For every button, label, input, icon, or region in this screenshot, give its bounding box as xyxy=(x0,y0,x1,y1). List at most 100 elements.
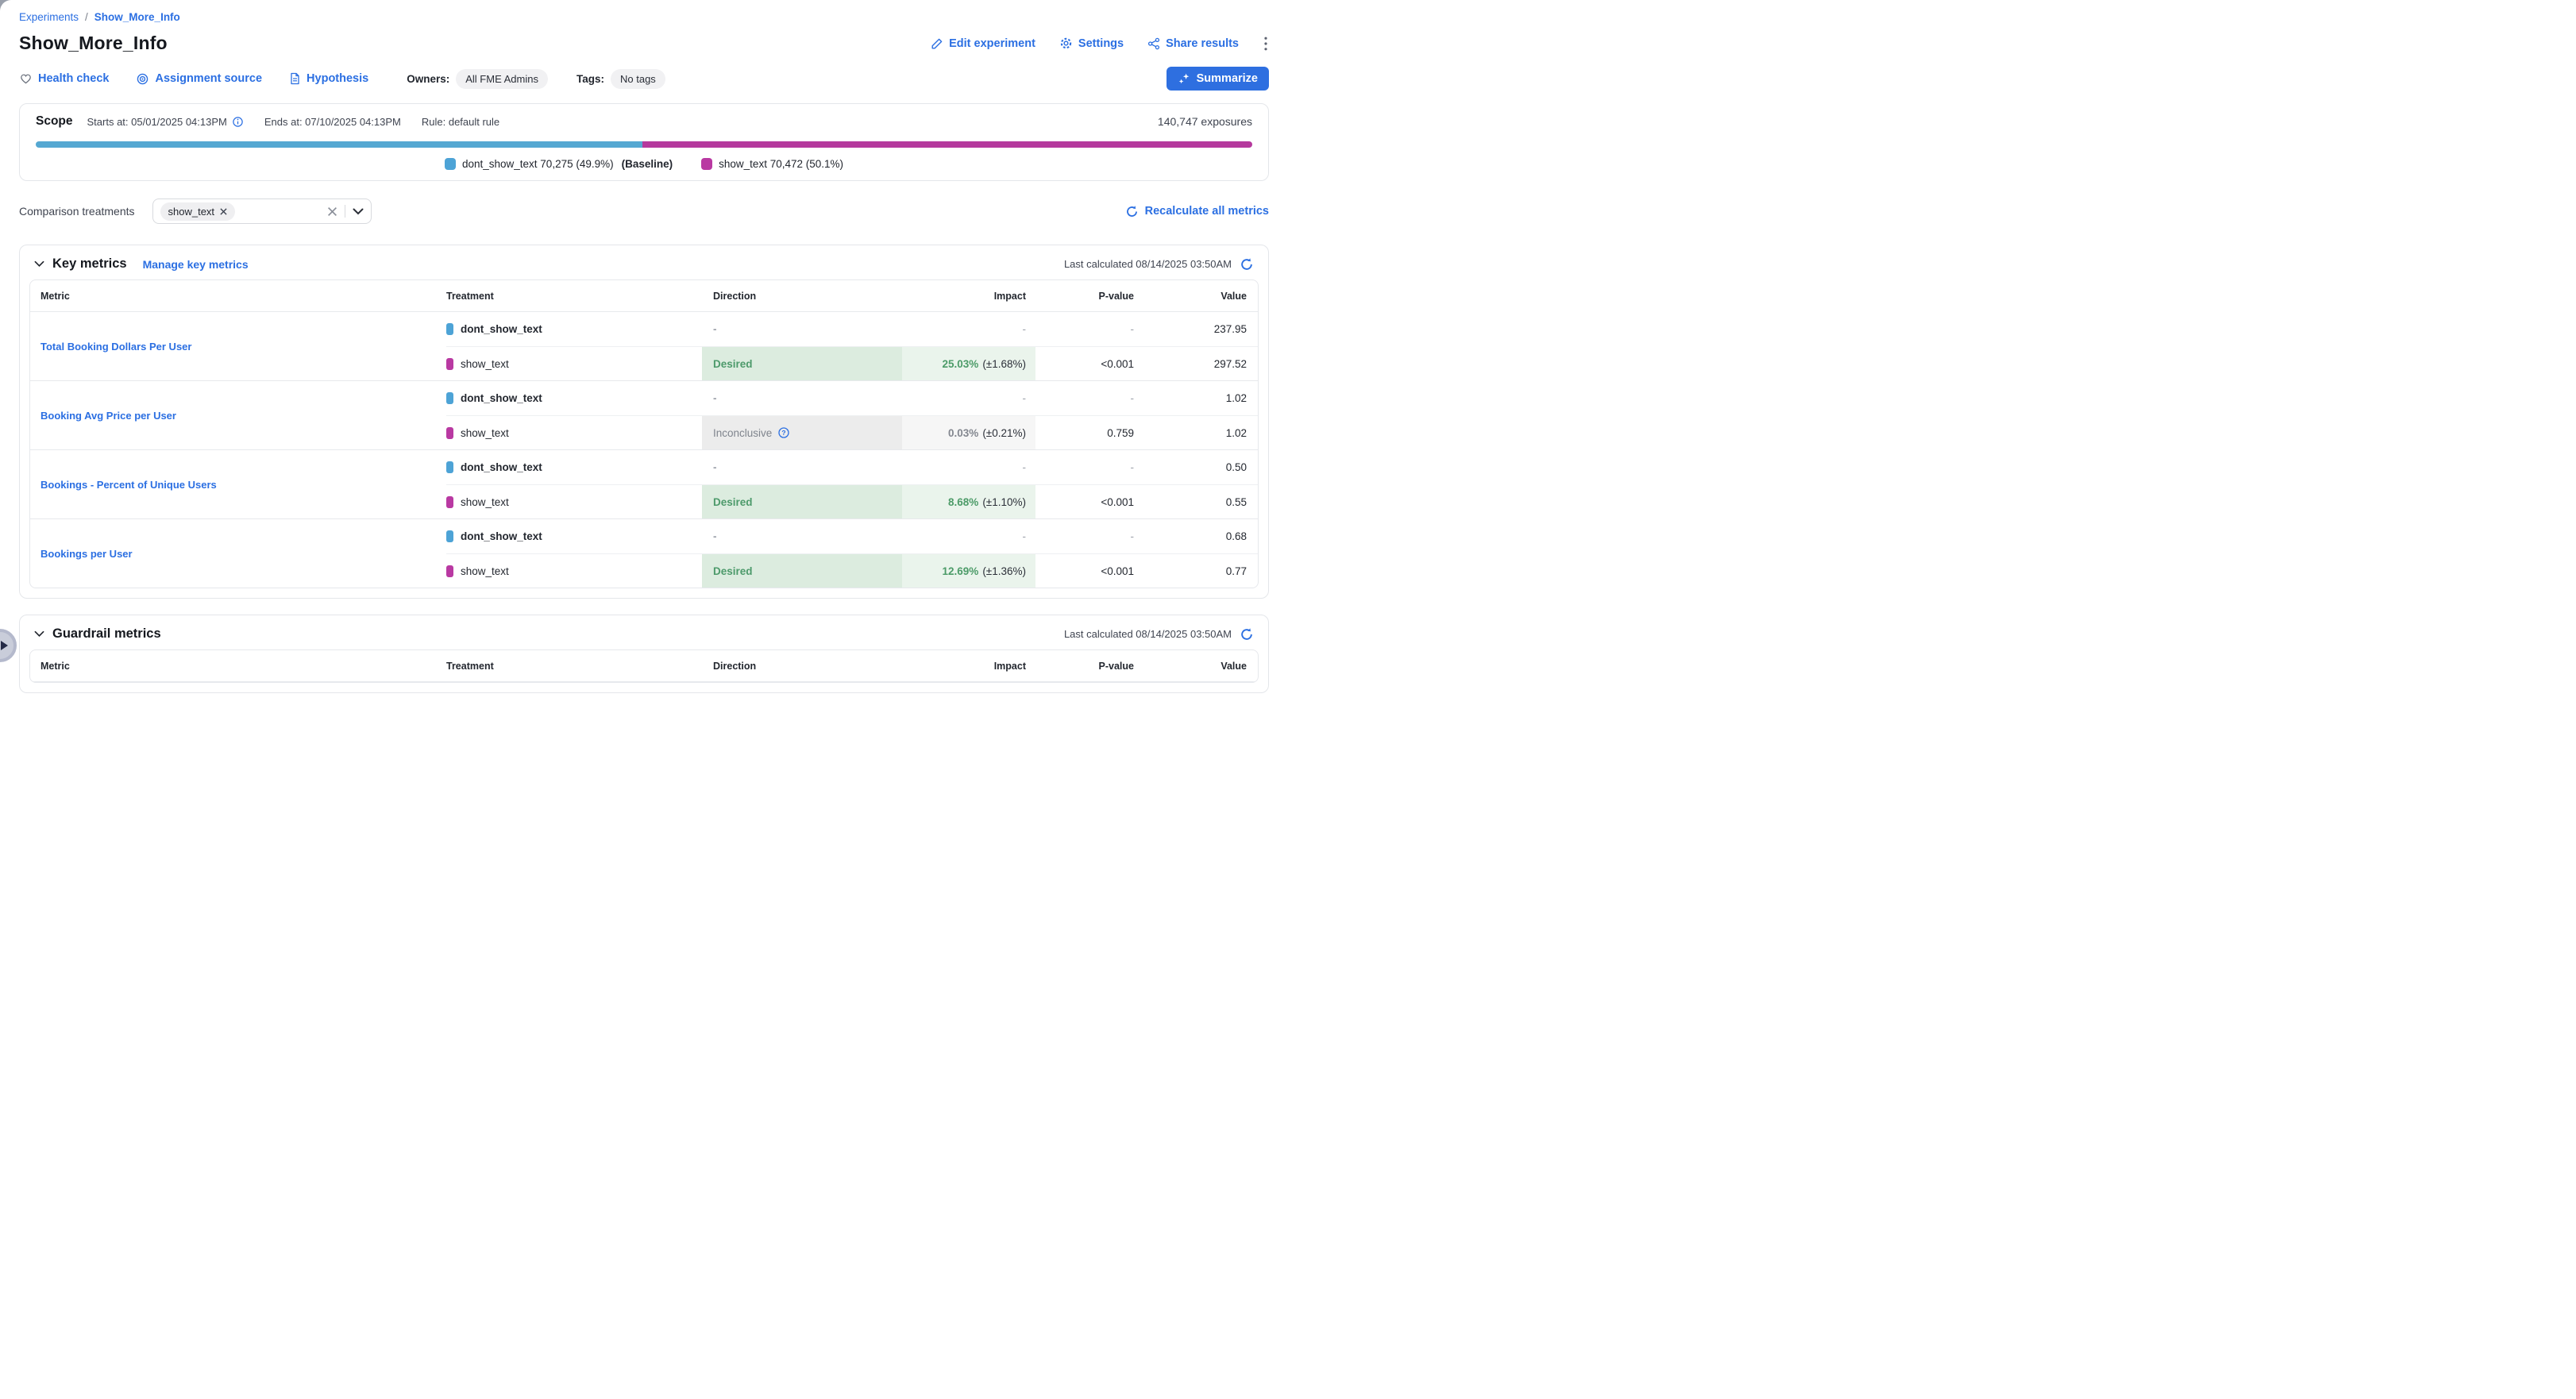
breadcrumb-current[interactable]: Show_More_Info xyxy=(94,11,180,23)
direction-cell: - xyxy=(702,450,902,484)
legend-item-treatment: show_text 70,472 (50.1%) xyxy=(701,158,843,170)
treatment-cell: show_text xyxy=(446,415,702,449)
info-icon[interactable] xyxy=(232,116,244,128)
empty-value: - xyxy=(1131,461,1135,473)
manage-key-metrics-link[interactable]: Manage key metrics xyxy=(143,258,249,271)
treatment-cell: show_text xyxy=(446,484,702,518)
svg-text:?: ? xyxy=(782,429,786,437)
metric-cell: Total Booking Dollars Per User xyxy=(30,312,446,380)
treatment-cell: dont_show_text xyxy=(446,519,702,553)
exposure-legend: dont_show_text 70,275 (49.9%) (Baseline)… xyxy=(36,158,1252,170)
p-value-cell: <0.001 xyxy=(1035,484,1153,518)
refresh-icon[interactable] xyxy=(1240,257,1254,272)
pencil-icon xyxy=(931,37,943,50)
treatment-cell: dont_show_text xyxy=(446,381,702,415)
owners-pill[interactable]: All FME Admins xyxy=(456,69,548,89)
settings-button[interactable]: Settings xyxy=(1059,37,1124,50)
comparison-treatments-select[interactable]: show_text xyxy=(152,198,372,224)
p-value-cell: 0.759 xyxy=(1035,415,1153,449)
baseline-bar-segment xyxy=(36,141,642,148)
breadcrumb-experiments[interactable]: Experiments xyxy=(19,11,79,23)
breadcrumb: Experiments / Show_More_Info xyxy=(19,0,1269,23)
impact-cell: - xyxy=(902,450,1035,484)
tags-label: Tags: xyxy=(577,73,604,85)
treatment-chip[interactable]: show_text xyxy=(160,202,236,221)
metric-value: 1.02 xyxy=(1226,427,1247,439)
p-value-cell: - xyxy=(1035,450,1153,484)
chevron-down-icon[interactable] xyxy=(353,208,364,215)
chip-remove-icon[interactable] xyxy=(220,208,227,215)
scope-title: Scope xyxy=(36,114,73,129)
share-results-button[interactable]: Share results xyxy=(1147,37,1239,50)
treatment-cell: dont_show_text xyxy=(446,312,702,346)
empty-value: - xyxy=(713,461,717,473)
metric-value: 0.68 xyxy=(1226,530,1247,542)
direction-label: Desired xyxy=(713,565,753,577)
owners-label: Owners: xyxy=(407,73,449,85)
empty-value: - xyxy=(1131,392,1135,404)
treatment-name: show_text xyxy=(461,496,509,508)
impact-value: 0.03% xyxy=(948,427,978,439)
value-cell: 0.77 xyxy=(1153,553,1258,588)
impact-cell: 0.03% (±0.21%) xyxy=(902,415,1035,449)
recalculate-all-metrics-button[interactable]: Recalculate all metrics xyxy=(1125,205,1269,218)
key-metrics-section: Key metrics Manage key metrics Last calc… xyxy=(19,245,1269,599)
baseline-swatch xyxy=(445,158,456,170)
direction-cell: Desired xyxy=(702,346,902,380)
metric-link[interactable]: Bookings per User xyxy=(40,548,133,560)
metric-link[interactable]: Bookings - Percent of Unique Users xyxy=(40,479,217,491)
treatment-name: dont_show_text xyxy=(461,323,542,335)
treatment-swatch xyxy=(446,323,453,335)
key-metrics-table-body: Total Booking Dollars Per User dont_show_… xyxy=(30,312,1258,588)
impact-cell: 25.03% (±1.68%) xyxy=(902,346,1035,380)
key-metrics-collapse-toggle[interactable]: Key metrics xyxy=(34,256,127,272)
impact-cell: 8.68% (±1.10%) xyxy=(902,484,1035,518)
p-value-cell: <0.001 xyxy=(1035,553,1153,588)
tags-pill[interactable]: No tags xyxy=(611,69,665,89)
metric-value: 297.52 xyxy=(1214,358,1247,370)
scope-card: Scope Starts at: 05/01/2025 04:13PM Ends… xyxy=(19,103,1269,181)
summarize-button[interactable]: Summarize xyxy=(1167,67,1269,91)
treatment-name: show_text xyxy=(461,427,509,439)
treatment-swatch xyxy=(446,530,453,542)
direction-label: Desired xyxy=(713,496,753,508)
metric-cell: Bookings - Percent of Unique Users xyxy=(30,450,446,518)
health-check-link[interactable]: Health check xyxy=(19,72,109,85)
guardrail-metrics-collapse-toggle[interactable]: Guardrail metrics xyxy=(34,626,161,642)
empty-value: - xyxy=(713,530,717,542)
p-value-cell: - xyxy=(1035,312,1153,346)
refresh-icon[interactable] xyxy=(1240,627,1254,642)
direction-cell: Inconclusive? xyxy=(702,415,902,449)
direction-cell: Desired xyxy=(702,553,902,588)
clear-selection-icon[interactable] xyxy=(327,206,337,217)
empty-value: - xyxy=(1023,323,1027,335)
more-options-button[interactable] xyxy=(1263,37,1269,51)
empty-value: - xyxy=(713,323,717,335)
p-value: <0.001 xyxy=(1101,496,1134,508)
help-icon[interactable]: ? xyxy=(777,426,790,439)
metric-link[interactable]: Booking Avg Price per User xyxy=(40,410,176,422)
metric-group: Bookings per Userdont_show_text---0.68sh… xyxy=(30,518,1258,588)
impact-value: 12.69% xyxy=(943,565,979,577)
hypothesis-link[interactable]: Hypothesis xyxy=(289,72,368,85)
empty-value: - xyxy=(1023,461,1027,473)
impact-value: 25.03% xyxy=(943,358,979,370)
target-icon xyxy=(136,72,149,86)
gear-icon xyxy=(1059,37,1073,50)
metric-cell: Bookings per User xyxy=(30,519,446,588)
metric-value: 0.55 xyxy=(1226,496,1247,508)
treatment-cell: show_text xyxy=(446,553,702,588)
metric-group: Bookings - Percent of Unique Usersdont_s… xyxy=(30,449,1258,518)
impact-confidence-interval: (±1.10%) xyxy=(982,496,1026,508)
baseline-badge: (Baseline) xyxy=(622,158,673,170)
value-cell: 1.02 xyxy=(1153,381,1258,415)
assignment-source-link[interactable]: Assignment source xyxy=(136,72,262,86)
metric-link[interactable]: Total Booking Dollars Per User xyxy=(40,341,191,353)
p-value-cell: - xyxy=(1035,381,1153,415)
chevron-down-icon xyxy=(34,630,44,638)
empty-value: - xyxy=(1131,323,1135,335)
treatment-name: show_text xyxy=(461,565,509,577)
edit-experiment-button[interactable]: Edit experiment xyxy=(931,37,1035,50)
guardrail-metrics-last-calculated: Last calculated 08/14/2025 03:50AM xyxy=(1064,628,1232,640)
treatment-swatch xyxy=(446,358,453,370)
